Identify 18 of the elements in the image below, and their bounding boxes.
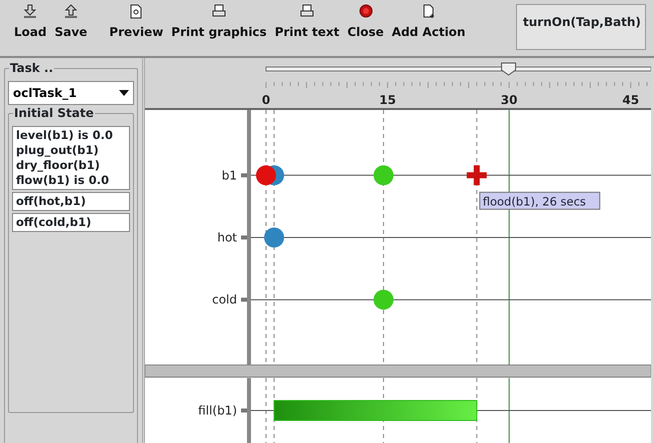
state-text: plug_out(b1) [16,143,100,158]
row-label: b1 [222,168,237,182]
state-text: off(cold,b1) [16,215,92,230]
row-label: cold [212,292,237,307]
state-text: dry_floor(b1) [16,158,101,173]
state-text: flow(b1) is 0.0 [16,173,110,188]
group-title: Task .. [9,61,54,75]
group-title: Initial State [13,106,95,120]
state-text: level(b1) is 0.0 [16,128,114,143]
state-text: off(hot,b1) [16,194,87,209]
axis-tick-label: 15 [379,93,396,107]
axis-tick-label: 0 [262,93,270,107]
row-label: fill(b1) [198,404,237,418]
row-label: hot [217,230,237,244]
axis-tick-label: 30 [500,93,518,107]
annotation: flood(b1), 26 secs [482,194,586,208]
tooltip: flood(b1), 26 secs [479,192,600,210]
axis-tick-label: 45 [622,93,640,107]
